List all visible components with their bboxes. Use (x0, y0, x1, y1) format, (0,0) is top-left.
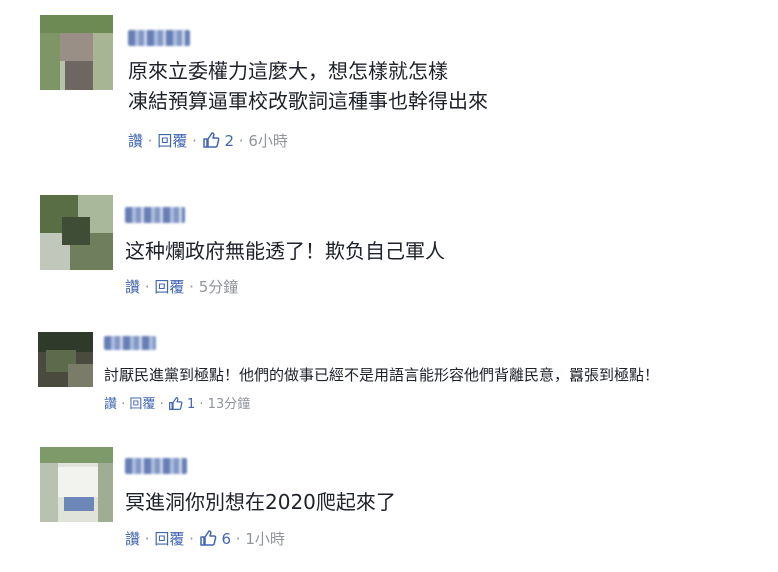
like-count[interactable]: 6 (221, 530, 231, 548)
separator-dot: · (235, 530, 246, 548)
reply-link[interactable]: 回覆 (154, 530, 184, 548)
comment-text: 冥進洞你別想在2020爬起來了 (125, 490, 396, 514)
like-link[interactable]: 讚 (125, 530, 140, 548)
comment-actions: 讚 · 回覆 · 6 · 1小時 (125, 529, 285, 549)
commenter-avatar[interactable] (40, 447, 113, 522)
thumbs-up-icon[interactable] (199, 529, 217, 547)
commenter-name[interactable] (125, 458, 187, 474)
separator-dot: · (144, 530, 155, 548)
comment-timestamp[interactable]: 1小時 (245, 530, 285, 548)
separator-dot: · (189, 530, 199, 548)
comment-4: 冥進洞你別想在2020爬起來了 讚 · 回覆 · 6 · 1小時 (0, 0, 778, 572)
